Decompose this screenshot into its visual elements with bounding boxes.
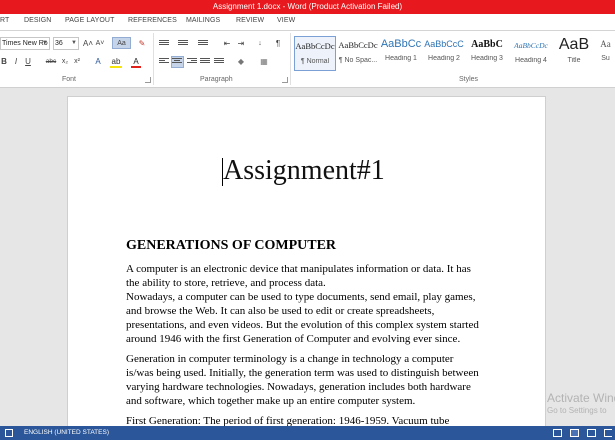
style-sample: AaBbCc <box>380 38 422 50</box>
tab-references[interactable]: REFERENCES <box>128 17 177 24</box>
style-sample: Aa <box>600 39 611 49</box>
document-title: Assignment#1 <box>223 155 385 186</box>
font-group-label: Font <box>62 76 77 83</box>
font-color-icon[interactable]: A <box>131 56 141 68</box>
paragraph-line: and software, which together make up an … <box>126 395 416 407</box>
style-heading-4[interactable]: AaBbCcDc Heading 4 <box>509 36 553 71</box>
status-bar: ENGLISH (UNITED STATES) <box>0 426 615 440</box>
proofing-icon[interactable] <box>5 429 13 437</box>
ribbon-tabs: RT DESIGN PAGE LAYOUT REFERENCES MAILING… <box>0 14 615 31</box>
tab-view[interactable]: VIEW <box>277 17 295 24</box>
title-bar: Assignment 1.docx - Word (Product Activa… <box>0 0 615 14</box>
style-title[interactable]: AaB Title <box>555 36 593 71</box>
styles-group-label: Styles <box>459 76 479 83</box>
tab-mailings[interactable]: MAILINGS <box>186 17 220 24</box>
font-size-box[interactable]: 36 ▼ <box>53 37 79 50</box>
sort-icon[interactable]: ↓ <box>255 38 265 50</box>
paragraph-line: and browse the Web. It can also be used … <box>126 305 435 317</box>
numbering-icon[interactable] <box>178 40 188 49</box>
font-name-box[interactable]: Times New Ro ▼ <box>0 37 50 50</box>
tab-review[interactable]: REVIEW <box>236 17 264 24</box>
activation-watermark-subtitle: Go to Settings to <box>547 406 607 415</box>
paragraph-line: A computer is an electronic device that … <box>126 263 471 275</box>
align-right-icon[interactable] <box>187 58 197 67</box>
tab-insert[interactable]: RT <box>0 17 9 24</box>
font-size-value: 36 <box>55 40 63 47</box>
activation-watermark-title: Activate Wind <box>547 391 615 405</box>
language-indicator[interactable]: ENGLISH (UNITED STATES) <box>24 429 109 436</box>
clear-formatting-icon[interactable]: ✎ <box>137 38 147 50</box>
bullets-icon[interactable] <box>159 40 169 49</box>
style-no-spacing[interactable]: AaBbCcDc ¶ No Spac... <box>337 36 379 71</box>
tab-page-layout[interactable]: PAGE LAYOUT <box>65 17 114 24</box>
style-sample: AaBbCcDc <box>295 41 335 51</box>
chevron-down-icon: ▼ <box>71 40 77 46</box>
align-left-icon[interactable] <box>159 58 169 67</box>
decrease-indent-icon[interactable]: ⇤ <box>222 38 232 50</box>
underline-button[interactable]: U <box>24 56 32 68</box>
style-sample: AaBbC <box>471 39 503 50</box>
document-page[interactable]: Assignment#1 GENERATIONS OF COMPUTER A c… <box>67 96 546 426</box>
group-divider <box>290 33 291 85</box>
align-center-icon <box>172 58 182 67</box>
style-sample: AaBbCcC <box>424 39 464 49</box>
read-mode-icon[interactable] <box>553 429 562 437</box>
justify-icon[interactable] <box>200 58 210 67</box>
paragraph-dialog-launcher-icon[interactable] <box>282 77 288 83</box>
group-divider <box>153 33 154 85</box>
ribbon: Times New Ro ▼ 36 ▼ A˄ A˅ Aa ✎ B I U abc… <box>0 31 615 88</box>
style-name: Heading 4 <box>515 57 547 64</box>
style-name: Heading 1 <box>385 55 417 62</box>
style-name: Su <box>601 55 610 62</box>
style-name: ¶ No Spac... <box>338 57 378 64</box>
style-normal[interactable]: AaBbCcDc ¶ Normal <box>294 36 336 71</box>
font-name-value: Times New Ro <box>2 40 48 47</box>
paragraph-line: Nowadays, a computer can be used to type… <box>126 291 476 303</box>
increase-indent-icon[interactable]: ⇥ <box>236 38 246 50</box>
style-name: Heading 2 <box>428 55 460 62</box>
paragraph-group-label: Paragraph <box>200 76 233 83</box>
superscript-button[interactable]: x² <box>72 56 82 68</box>
style-sample: AaB <box>558 36 590 53</box>
style-subtitle[interactable]: Aa Su <box>596 36 615 71</box>
subscript-button[interactable]: x₂ <box>60 56 70 68</box>
paragraph-line: varying hardware technologies. Nowadays,… <box>126 381 471 393</box>
style-heading-3[interactable]: AaBbC Heading 3 <box>466 36 508 71</box>
window-title: Assignment 1.docx - Word (Product Activa… <box>212 2 403 11</box>
style-name: Heading 3 <box>471 55 503 62</box>
italic-button[interactable]: I <box>12 56 20 68</box>
style-name: ¶ Normal <box>300 58 330 65</box>
strikethrough-button[interactable]: abc <box>44 56 58 68</box>
style-heading-2[interactable]: AaBbCcC Heading 2 <box>423 36 465 71</box>
paragraph-line: Generation in computer terminology is a … <box>126 353 454 365</box>
bold-button[interactable]: B <box>0 56 8 68</box>
multilevel-list-icon[interactable] <box>198 40 208 49</box>
shading-icon[interactable]: ◆ <box>236 56 246 68</box>
show-formatting-button[interactable]: ¶ <box>273 38 283 50</box>
change-case-button[interactable]: Aa <box>112 37 131 49</box>
highlight-icon[interactable]: ab <box>110 56 122 68</box>
paragraph-line: First Generation: The period of first ge… <box>126 415 450 426</box>
style-name: Title <box>567 57 581 64</box>
borders-icon[interactable]: ▦ <box>259 56 269 68</box>
tab-design[interactable]: DESIGN <box>24 17 51 24</box>
text-effects-icon[interactable]: A <box>92 56 104 68</box>
grow-font-button[interactable]: A˄ <box>83 38 93 50</box>
chevron-down-icon: ▼ <box>42 40 48 46</box>
style-sample: AaBbCcDc <box>338 40 378 50</box>
line-spacing-icon[interactable] <box>214 58 224 67</box>
style-sample: AaBbCcDc <box>514 41 548 50</box>
paragraph-line: around 1946 with the first Generation of… <box>126 333 461 345</box>
paragraph-line: the ability to store, retrieve, and proc… <box>126 277 326 289</box>
zoom-out-icon[interactable] <box>604 429 612 437</box>
font-dialog-launcher-icon[interactable] <box>145 77 151 83</box>
shrink-font-button[interactable]: A˅ <box>95 38 105 50</box>
web-layout-icon[interactable] <box>587 429 596 437</box>
paragraph-line: is/was being used. Initially, the genera… <box>126 367 479 379</box>
print-layout-icon[interactable] <box>570 429 579 437</box>
paragraph-line: presentations, and even videos. But the … <box>126 319 479 331</box>
style-heading-1[interactable]: AaBbCc Heading 1 <box>380 36 422 71</box>
document-heading: GENERATIONS OF COMPUTER <box>126 238 337 253</box>
